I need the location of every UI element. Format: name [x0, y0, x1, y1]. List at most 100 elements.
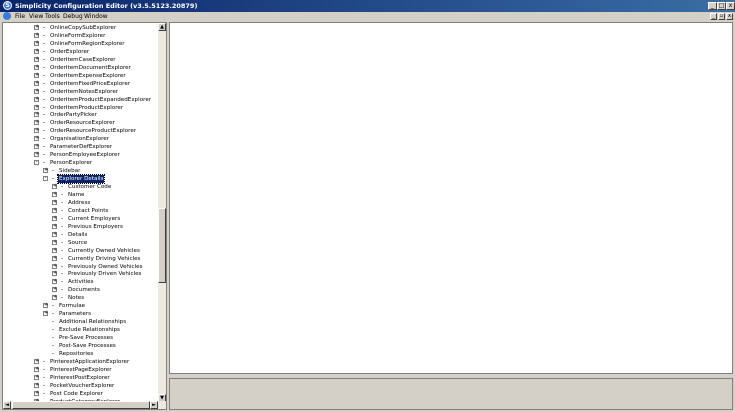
- expand-icon[interactable]: +: [52, 247, 57, 253]
- tree-connector-icon: [43, 58, 45, 60]
- menu-view[interactable]: View: [29, 12, 43, 21]
- tree-node-label: OrganisationExplorer: [50, 136, 110, 143]
- tree-connector-icon: [61, 209, 63, 211]
- expand-icon[interactable]: +: [52, 207, 57, 213]
- expand-icon[interactable]: +: [52, 184, 57, 189]
- expand-icon[interactable]: +: [52, 199, 57, 205]
- expand-icon[interactable]: +: [34, 120, 39, 126]
- vertical-scrollbar[interactable]: ▲ ▼: [158, 23, 166, 402]
- expand-icon[interactable]: +: [34, 48, 39, 54]
- expand-icon[interactable]: +: [34, 144, 39, 150]
- expand-icon[interactable]: +: [34, 25, 39, 30]
- close-button[interactable]: x: [726, 2, 735, 10]
- tree-node-label: OrderExplorer: [50, 48, 90, 55]
- scroll-up-arrow-icon[interactable]: ▲: [158, 23, 166, 31]
- horizontal-scrollbar[interactable]: ◄ ►: [3, 401, 166, 409]
- explorer-tree-panel: + OnlineCopySubExplorer + OnlineFormExplore…: [2, 22, 167, 410]
- tree-connector-icon: [43, 82, 45, 84]
- explorer-tree[interactable]: + OnlineCopySubExplorer + OnlineFormExplore…: [3, 23, 159, 402]
- tree-connector-icon: [52, 178, 54, 180]
- tree-node-label: PinterestPageExplorer: [50, 366, 112, 373]
- horizontal-scroll-thumb[interactable]: [12, 401, 150, 409]
- tree-connector-icon: [61, 289, 63, 291]
- expand-icon[interactable]: +: [34, 72, 39, 78]
- tree-connector-icon: [43, 114, 45, 116]
- menu-debug[interactable]: Debug: [63, 12, 83, 21]
- tree-connector-icon: [43, 154, 45, 156]
- tree-node-label: Currently Driving Vehicles: [68, 255, 141, 262]
- expand-icon[interactable]: +: [52, 295, 57, 301]
- tree-connector-icon: [61, 225, 63, 227]
- tree-connector-icon: [52, 345, 54, 346]
- expand-icon[interactable]: +: [52, 271, 57, 277]
- editor-bottom-panel: [169, 378, 733, 410]
- tree-connector-icon: [61, 273, 63, 275]
- menu-file[interactable]: File: [15, 12, 25, 21]
- mdi-close-button[interactable]: x: [726, 13, 733, 20]
- maximize-button[interactable]: □: [717, 2, 726, 10]
- collapse-icon[interactable]: -: [43, 176, 48, 182]
- tree-connector-icon: [61, 249, 63, 251]
- vertical-scroll-thumb[interactable]: [158, 208, 166, 283]
- expand-icon[interactable]: +: [52, 215, 57, 221]
- expand-icon[interactable]: +: [34, 96, 39, 102]
- tree-connector-icon: [43, 90, 45, 92]
- expand-icon[interactable]: +: [43, 303, 48, 309]
- app-logo-icon[interactable]: S: [3, 1, 12, 10]
- expand-icon[interactable]: +: [52, 287, 57, 293]
- scroll-left-arrow-icon[interactable]: ◄: [3, 401, 11, 409]
- expand-icon[interactable]: +: [52, 239, 57, 245]
- tree-connector-icon: [61, 241, 63, 243]
- tree-node-label: Repositories: [59, 350, 94, 357]
- expand-icon[interactable]: +: [34, 104, 39, 110]
- expand-icon[interactable]: +: [52, 279, 57, 285]
- expand-icon[interactable]: +: [34, 382, 39, 388]
- tree-connector-icon: [52, 170, 54, 172]
- tree-connector-icon: [52, 329, 54, 331]
- expand-icon[interactable]: +: [52, 223, 57, 229]
- tree-node-label: Customer Code: [68, 184, 112, 190]
- expand-icon[interactable]: +: [34, 32, 39, 38]
- expand-icon[interactable]: +: [34, 56, 39, 62]
- expand-icon[interactable]: +: [34, 112, 39, 118]
- tree-node-label: PersonExplorer: [50, 160, 93, 167]
- tree-node-label: Additional Relationships: [59, 319, 127, 326]
- expand-icon[interactable]: +: [34, 88, 39, 94]
- collapse-icon[interactable]: -: [34, 160, 39, 166]
- expand-icon[interactable]: +: [52, 231, 57, 237]
- expand-icon[interactable]: +: [52, 255, 57, 261]
- expand-icon[interactable]: +: [34, 366, 39, 372]
- document-icon[interactable]: [3, 12, 11, 20]
- expand-icon[interactable]: +: [43, 311, 48, 317]
- tree-node-label: Post-Save Processes: [59, 343, 116, 349]
- tree-node-label: OnlineFormExplorer: [50, 32, 106, 39]
- tree-connector-icon: [61, 281, 63, 283]
- expand-icon[interactable]: +: [34, 374, 39, 380]
- tree-node-label: OrderItemDocumentExplorer: [50, 64, 131, 71]
- tree-connector-icon: [61, 193, 63, 195]
- tree-node-label: PocketVoucherExplorer: [50, 382, 115, 389]
- tree-node-label: OrderItemCaseExplorer: [50, 56, 116, 63]
- expand-icon[interactable]: +: [43, 168, 48, 174]
- expand-icon[interactable]: +: [34, 64, 39, 70]
- expand-icon[interactable]: +: [34, 390, 39, 396]
- scroll-right-arrow-icon[interactable]: ►: [150, 401, 158, 409]
- expand-icon[interactable]: +: [52, 263, 57, 269]
- menu-window[interactable]: Window: [84, 12, 108, 21]
- tree-connector-icon: [52, 305, 54, 307]
- expand-icon[interactable]: +: [34, 80, 39, 86]
- title-bar: S Simplicity Configuration Editor (v3.5.…: [0, 0, 735, 12]
- mdi-restore-button[interactable]: ▫: [718, 13, 725, 20]
- expand-icon[interactable]: +: [34, 136, 39, 142]
- mdi-minimize-button[interactable]: _: [710, 13, 717, 20]
- expand-icon[interactable]: +: [52, 191, 57, 197]
- tree-node-label: OrderItemNotesExplorer: [50, 88, 119, 95]
- menu-tools[interactable]: Tools: [45, 12, 60, 21]
- expand-icon[interactable]: +: [34, 358, 39, 364]
- minimize-button[interactable]: _: [708, 2, 717, 10]
- expand-icon[interactable]: +: [34, 128, 39, 134]
- expand-icon[interactable]: +: [34, 152, 39, 158]
- tree-node-label: Currently Owned Vehicles: [68, 247, 140, 254]
- expand-icon[interactable]: +: [34, 40, 39, 46]
- tree-node-label: OrderItemProductExplorer: [50, 104, 124, 111]
